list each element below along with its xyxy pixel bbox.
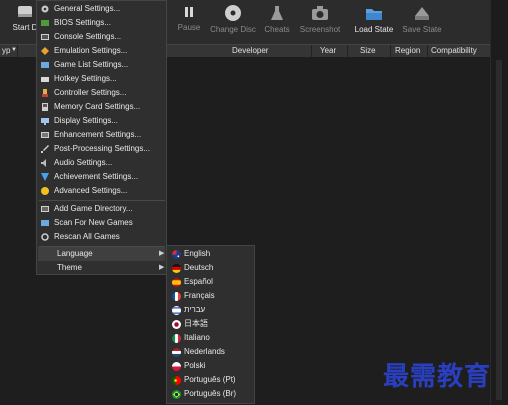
start-disc-label: Start D <box>12 23 38 32</box>
menu-item-general-settings[interactable]: General Settings... <box>38 2 165 16</box>
pause-icon <box>185 7 193 17</box>
enhancement-icon <box>41 132 49 138</box>
germany-flag-icon <box>172 264 181 273</box>
pause-button[interactable]: Pause <box>176 4 202 32</box>
menu-item-emulation-settings[interactable]: Emulation Settings... <box>38 44 165 58</box>
trophy-icon <box>41 173 49 181</box>
change-disc-button[interactable]: Change Disc <box>209 4 257 34</box>
folder-icon <box>41 62 49 68</box>
language-espanol[interactable]: Español <box>168 275 253 289</box>
cheats-button[interactable]: Cheats <box>263 4 291 34</box>
menu-item-language[interactable]: Language ▶ <box>38 247 165 261</box>
menu-item-controller-settings[interactable]: Controller Settings... <box>38 86 165 100</box>
language-submenu: English Deutsch Español Français עברית 日… <box>166 245 255 404</box>
column-region[interactable]: Region <box>395 46 420 55</box>
camera-icon <box>312 6 328 20</box>
scan-icon <box>41 220 49 226</box>
diamond-icon <box>41 47 49 55</box>
load-state-label: Load State <box>354 25 394 34</box>
france-flag-icon <box>172 292 181 301</box>
spain-flag-icon <box>172 278 181 287</box>
speaker-icon <box>41 159 46 167</box>
portugal-flag-icon <box>172 376 181 385</box>
menu-item-theme[interactable]: Theme ▶ <box>38 261 165 275</box>
menu-item-post-processing-settings[interactable]: Post-Processing Settings... <box>38 142 165 156</box>
column-year[interactable]: Year <box>320 46 336 55</box>
menu-item-add-game-directory[interactable]: Add Game Directory... <box>38 202 165 216</box>
flask-icon <box>271 6 283 20</box>
menu-item-memory-card-settings[interactable]: Memory Card Settings... <box>38 100 165 114</box>
language-deutsch[interactable]: Deutsch <box>168 261 253 275</box>
keyboard-icon <box>41 77 49 82</box>
australia-flag-icon <box>172 250 181 259</box>
language-hebrew[interactable]: עברית <box>168 303 253 317</box>
brazil-flag-icon <box>172 390 181 399</box>
add-folder-icon <box>41 206 49 212</box>
language-polski[interactable]: Polski <box>168 359 253 373</box>
disc-tray-icon <box>18 6 32 17</box>
memory-card-icon <box>42 103 48 111</box>
settings-menu: General Settings... BIOS Settings... Con… <box>36 0 167 275</box>
gear-icon <box>41 5 49 13</box>
monitor-icon <box>41 118 49 125</box>
submenu-arrow-icon: ▶ <box>159 264 165 271</box>
column-compatibility[interactable]: Compatibility <box>431 46 477 55</box>
menu-item-game-list-settings[interactable]: Game List Settings... <box>38 58 165 72</box>
scrollbar[interactable] <box>490 0 508 405</box>
menu-item-console-settings[interactable]: Console Settings... <box>38 30 165 44</box>
menu-item-hotkey-settings[interactable]: Hotkey Settings... <box>38 72 165 86</box>
menu-item-enhancement-settings[interactable]: Enhancement Settings... <box>38 128 165 142</box>
israel-flag-icon <box>172 306 181 315</box>
console-icon <box>41 34 49 40</box>
netherlands-flag-icon <box>172 348 181 357</box>
menu-separator <box>39 200 165 201</box>
language-nederlands[interactable]: Nederlands <box>168 345 253 359</box>
poland-flag-icon <box>172 362 181 371</box>
screenshot-button[interactable]: Screenshot <box>299 4 341 34</box>
column-developer[interactable]: Developer <box>232 46 268 55</box>
disc-icon <box>225 5 241 21</box>
menu-item-bios-settings[interactable]: BIOS Settings... <box>38 16 165 30</box>
brush-icon <box>41 145 49 153</box>
watermark-text: 最需教育 <box>383 362 492 392</box>
japan-flag-icon <box>172 320 181 329</box>
submenu-arrow-icon: ▶ <box>159 250 165 257</box>
pause-label: Pause <box>177 23 201 32</box>
menu-item-achievement-settings[interactable]: Achievement Settings... <box>38 170 165 184</box>
menu-item-display-settings[interactable]: Display Settings... <box>38 114 165 128</box>
save-state-button[interactable]: Save State <box>401 4 443 34</box>
column-size[interactable]: Size <box>360 46 376 55</box>
change-disc-label: Change Disc <box>210 25 256 34</box>
language-portugues-br[interactable]: Português (Br) <box>168 387 253 401</box>
menu-item-rescan-all-games[interactable]: Rescan All Games <box>38 230 165 244</box>
language-portugues-pt[interactable]: Português (Pt) <box>168 373 253 387</box>
cheats-label: Cheats <box>264 25 290 34</box>
language-japanese[interactable]: 日本語 <box>168 317 253 331</box>
menu-item-scan-for-new-games[interactable]: Scan For New Games <box>38 216 165 230</box>
language-english[interactable]: English <box>168 247 253 261</box>
screenshot-label: Screenshot <box>299 25 341 34</box>
language-italiano[interactable]: Italiano <box>168 331 253 345</box>
italy-flag-icon <box>172 334 181 343</box>
refresh-icon <box>41 233 49 241</box>
menu-item-advanced-settings[interactable]: Advanced Settings... <box>38 184 165 198</box>
load-folder-icon <box>366 9 382 20</box>
menu-item-audio-settings[interactable]: Audio Settings... <box>38 156 165 170</box>
load-state-button[interactable]: Load State <box>353 4 395 34</box>
warning-icon <box>41 187 49 195</box>
language-francais[interactable]: Français <box>168 289 253 303</box>
gamepad-icon <box>42 89 48 97</box>
chip-icon <box>41 20 49 26</box>
scrollbar-thumb[interactable] <box>496 60 502 400</box>
column-type[interactable]: yp <box>2 46 10 55</box>
save-state-label: Save State <box>402 25 442 34</box>
save-icon <box>415 7 429 20</box>
